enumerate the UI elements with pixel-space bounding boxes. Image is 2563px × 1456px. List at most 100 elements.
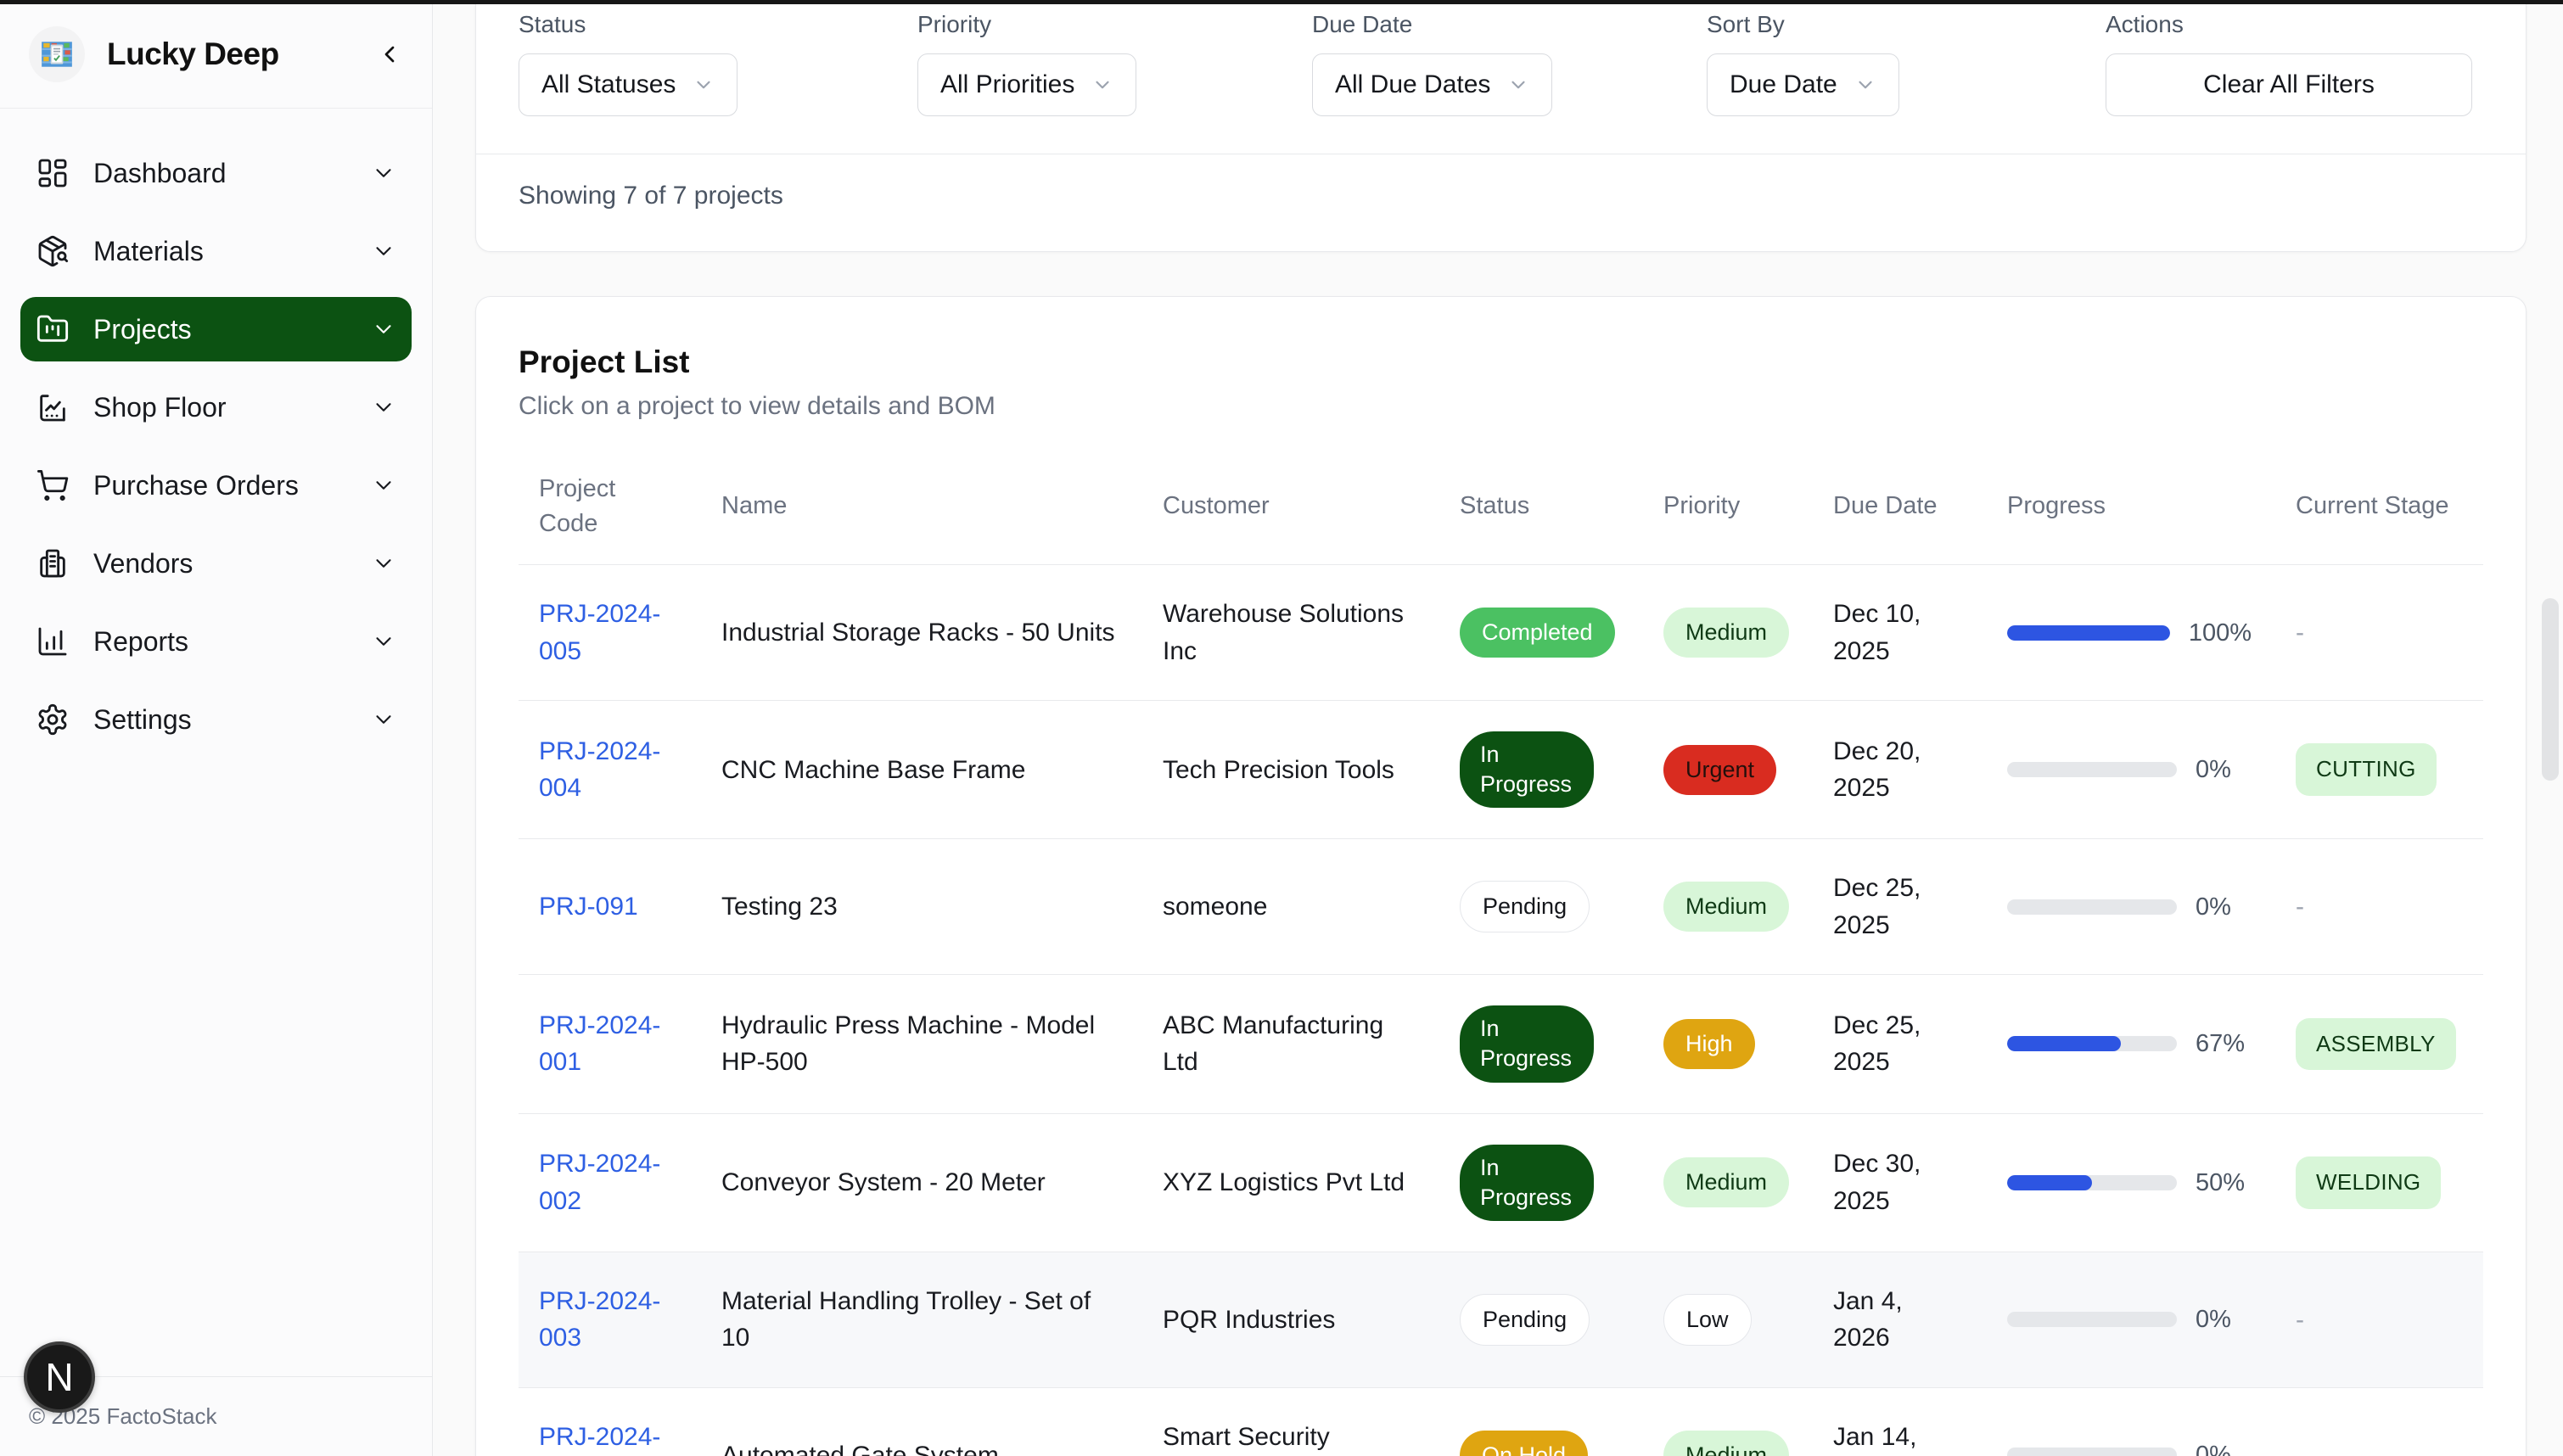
due-date-filter-label: Due Date xyxy=(1312,11,1707,38)
column-header: Due Date xyxy=(1813,472,1987,565)
top-edge-strip xyxy=(0,0,2563,4)
column-header: Current Stage xyxy=(2275,472,2483,565)
sort-by-filter-select[interactable]: Due Date xyxy=(1707,53,1899,116)
sidebar-item-vendors[interactable]: Vendors xyxy=(20,531,412,596)
due-date: Dec 20, 2025 xyxy=(1833,737,1921,803)
projects-table: Project CodeNameCustomerStatusPriorityDu… xyxy=(519,472,2483,1456)
chevron-down-icon xyxy=(371,395,396,420)
project-row[interactable]: PRJ-2024-002 Conveyor System - 20 Meter … xyxy=(519,1113,2483,1252)
sidebar-item-dashboard[interactable]: Dashboard xyxy=(20,141,412,205)
status-badge: Completed xyxy=(1460,608,1615,658)
progress-percent: 0% xyxy=(2196,1437,2231,1456)
fax-building-icon xyxy=(36,546,70,580)
project-row[interactable]: PRJ-2024-001 Hydraulic Press Machine - M… xyxy=(519,975,2483,1113)
priority-badge: High xyxy=(1663,1019,1755,1069)
customer-name: someone xyxy=(1163,888,1267,926)
sidebar-item-projects[interactable]: Projects xyxy=(20,297,412,361)
sidebar-collapse-button[interactable] xyxy=(376,41,403,68)
project-row[interactable]: PRJ-2024-003 Material Handling Trolley -… xyxy=(519,1252,2483,1387)
filter-grid: Status All Statuses Priority All Priorit… xyxy=(519,11,2483,116)
project-list-panel: Project List Click on a project to view … xyxy=(475,296,2527,1456)
priority-badge: Urgent xyxy=(1663,745,1776,795)
dev-badge-letter: N xyxy=(45,1354,73,1400)
current-stage: - xyxy=(2296,893,2304,921)
nextjs-dev-badge[interactable]: N xyxy=(24,1341,95,1413)
current-stage: CUTTING xyxy=(2296,743,2437,796)
sidebar-item-label: Settings xyxy=(93,704,192,736)
filter-group-actions: Actions Clear All Filters xyxy=(2106,11,2483,116)
progress-percent: 0% xyxy=(2196,752,2231,787)
sidebar-item-reports[interactable]: Reports xyxy=(20,609,412,674)
app-title: Lucky Deep xyxy=(107,36,354,72)
page-scrollbar-thumb[interactable] xyxy=(2542,598,2559,781)
column-header: Customer xyxy=(1142,472,1439,565)
sidebar: Lucky Deep Dashboard Materials Projects … xyxy=(0,0,433,1456)
progress-percent: 0% xyxy=(2196,1302,2231,1337)
chevron-down-icon xyxy=(1507,74,1529,96)
project-code-link[interactable]: PRJ-091 xyxy=(539,888,638,926)
sidebar-item-label: Dashboard xyxy=(93,158,227,189)
customer-name: ABC Manufacturing Ltd xyxy=(1163,1007,1416,1081)
progress-bar xyxy=(2007,1175,2177,1190)
panel-title: Project List xyxy=(519,344,2483,380)
project-row[interactable]: PRJ-091 Testing 23 someone Pending Mediu… xyxy=(519,839,2483,975)
chevron-down-icon xyxy=(371,473,396,498)
due-date-filter-select[interactable]: All Due Dates xyxy=(1312,53,1552,116)
progress-cell: 0% xyxy=(2007,889,2252,925)
current-stage: ASSEMBLY xyxy=(2296,1018,2456,1071)
clear-all-filters-button[interactable]: Clear All Filters xyxy=(2106,53,2472,116)
status-badge: Pending xyxy=(1460,1294,1590,1346)
progress-bar xyxy=(2007,625,2170,641)
project-code-link[interactable]: PRJ-2024-001 xyxy=(539,1007,677,1081)
filter-group-due-date: Due Date All Due Dates xyxy=(1312,11,1707,116)
actions-label: Actions xyxy=(2106,11,2483,38)
app-logo-icon xyxy=(29,26,85,82)
panel-subtitle: Click on a project to view details and B… xyxy=(519,392,2483,421)
project-name: Testing 23 xyxy=(721,888,838,926)
priority-badge: Low xyxy=(1663,1294,1752,1346)
sidebar-item-materials[interactable]: Materials xyxy=(20,219,412,283)
status-filter-value: All Statuses xyxy=(541,70,676,99)
sort-by-filter-label: Sort By xyxy=(1707,11,2106,38)
project-code-link[interactable]: PRJ-2024-006 xyxy=(539,1419,677,1456)
priority-badge: Medium xyxy=(1663,882,1789,932)
filter-group-status: Status All Statuses xyxy=(519,11,917,116)
priority-filter-value: All Priorities xyxy=(940,70,1074,99)
project-code-link[interactable]: PRJ-2024-002 xyxy=(539,1145,677,1219)
progress-percent: 100% xyxy=(2189,615,2252,651)
filters-panel: Status All Statuses Priority All Priorit… xyxy=(475,0,2527,252)
project-row[interactable]: PRJ-2024-005 Industrial Storage Racks - … xyxy=(519,565,2483,701)
progress-percent: 67% xyxy=(2196,1026,2245,1061)
chevron-down-icon xyxy=(371,238,396,264)
current-stage: - xyxy=(2296,1442,2304,1456)
progress-cell: 100% xyxy=(2007,615,2252,651)
priority-filter-select[interactable]: All Priorities xyxy=(917,53,1136,116)
status-badge: In Progress xyxy=(1460,1145,1594,1221)
project-code-link[interactable]: PRJ-2024-004 xyxy=(539,733,677,807)
project-row[interactable]: PRJ-2024-006 Automated Gate System Smart… xyxy=(519,1387,2483,1456)
sidebar-item-shop-floor[interactable]: Shop Floor xyxy=(20,375,412,440)
current-stage: - xyxy=(2296,619,2304,647)
project-code-link[interactable]: PRJ-2024-003 xyxy=(539,1283,677,1357)
sidebar-nav: Dashboard Materials Projects Shop Floor … xyxy=(0,109,432,1376)
progress-cell: 0% xyxy=(2007,752,2252,787)
sidebar-item-settings[interactable]: Settings xyxy=(20,687,412,752)
priority-badge: Medium xyxy=(1663,608,1789,658)
results-summary: Showing 7 of 7 projects xyxy=(519,154,2483,251)
progress-cell: 0% xyxy=(2007,1437,2252,1456)
progress-cell: 50% xyxy=(2007,1165,2252,1201)
column-header: Name xyxy=(701,472,1142,565)
sidebar-footer: N © 2025 FactoStack xyxy=(0,1376,432,1456)
status-filter-select[interactable]: All Statuses xyxy=(519,53,737,116)
gear-icon xyxy=(36,703,70,736)
table-body: PRJ-2024-005 Industrial Storage Racks - … xyxy=(519,565,2483,1456)
project-row[interactable]: PRJ-2024-004 CNC Machine Base Frame Tech… xyxy=(519,701,2483,839)
progress-percent: 50% xyxy=(2196,1165,2245,1201)
due-date: Jan 4, 2026 xyxy=(1833,1287,1903,1352)
priority-badge: Medium xyxy=(1663,1157,1789,1207)
status-filter-label: Status xyxy=(519,11,917,38)
sidebar-item-purchase-orders[interactable]: Purchase Orders xyxy=(20,453,412,518)
project-code-link[interactable]: PRJ-2024-005 xyxy=(539,596,677,669)
chevron-down-icon xyxy=(1091,74,1113,96)
progress-bar xyxy=(2007,1036,2177,1051)
